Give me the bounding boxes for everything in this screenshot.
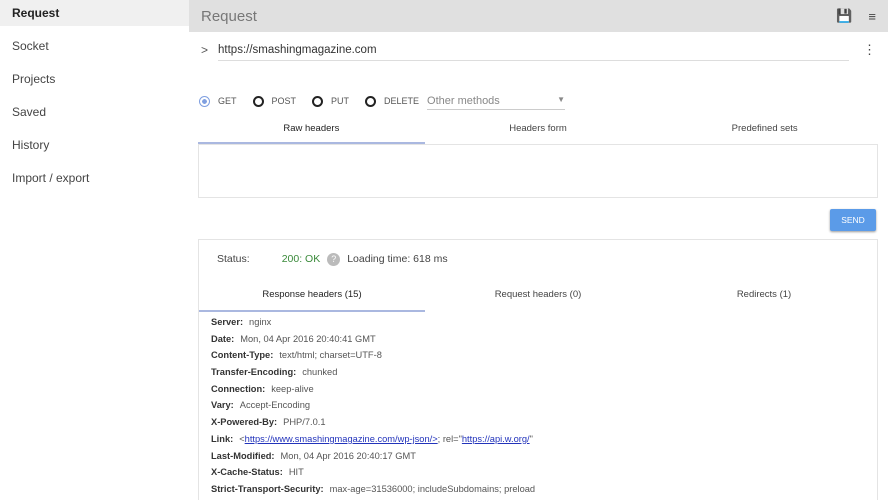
header-key: Transfer-Encoding: [211,367,297,378]
page-title: Request [201,7,257,25]
radio-checked-icon [199,95,210,107]
url-input[interactable]: https://smashingmagazine.com [218,40,849,61]
radio-icon [365,95,377,107]
header-row: Server: nginx [211,314,865,331]
sidebar-item-import-export[interactable]: Import / export [0,161,189,194]
header-row: X-Powered-By: PHP/7.0.1 [211,414,865,431]
other-methods-label: Other methods [427,94,500,107]
header-row: Transfer-Encoding: chunked [211,364,865,381]
header-key: X-Cache-Status: [211,467,283,478]
toolbar: Request 💾 ≡ [189,0,888,32]
method-delete[interactable]: DELETE [365,95,420,107]
header-key: Link: [211,433,234,444]
header-key: Content-Type: [211,350,274,361]
sidebar-item-history[interactable]: History [0,128,189,161]
header-value: Mon, 04 Apr 2016 20:40:17 GMT [280,450,416,461]
save-icon[interactable]: 💾 [836,8,852,24]
tab-raw-headers[interactable]: Raw headers [198,116,425,144]
header-value: keep-alive [271,383,314,394]
request-tabs: Raw headers Headers form Predefined sets [198,116,878,144]
header-row: Strict-Transport-Security: max-age=315360… [211,481,865,498]
method-label: DELETE [384,96,420,106]
sidebar-item-request[interactable]: Request [0,0,189,26]
header-row: X-Cache-Status: HIT [211,464,865,481]
header-key: Server: [211,317,244,327]
tab-redirects[interactable]: Redirects (1) [651,278,877,312]
header-value: max-age=31536000; includeSubdomains; pre… [329,483,536,494]
status-code: 200: OK [281,253,321,265]
tab-headers-form[interactable]: Headers form [425,116,652,144]
header-value: nginx [249,317,272,327]
header-value: ; rel=" [437,433,462,444]
response-panel: Status: 200: OK ? Loading time: 618 ms R… [198,239,878,500]
header-value: Accept-Encoding [239,400,311,411]
method-label: POST [271,96,297,106]
link-wp-json[interactable]: https://www.smashingmagazine.com/wp-json… [245,434,438,444]
response-headers-list: Server: nginx Date: Mon, 04 Apr 2016 20:40… [199,312,877,500]
header-row: Date: Mon, 04 Apr 2016 20:40:41 GMT [211,331,865,348]
header-key: Vary: [211,400,234,411]
sidebar: Request Socket Projects Saved History Im… [0,0,189,500]
loading-time: Loading time: 618 ms [347,253,448,265]
radio-icon [312,95,324,107]
header-key: Date: [211,333,235,344]
header-value: Mon, 04 Apr 2016 20:40:41 GMT [240,333,376,344]
dropdown-arrow-icon: ▼ [557,94,566,104]
sidebar-item-socket[interactable]: Socket [0,29,189,62]
raw-headers-textarea[interactable] [198,144,878,198]
other-methods-dropdown[interactable]: Other methods ▼ [427,93,566,110]
main-panel: Request 💾 ≡ > https://smashingmagazine.c… [189,0,888,500]
header-key: Strict-Transport-Security: [211,483,324,494]
status-label: Status: [217,253,250,265]
response-tabs: Response headers (15) Request headers (0… [199,278,877,312]
tab-predefined-sets[interactable]: Predefined sets [651,116,878,144]
header-row: Last-Modified: Mon, 04 Apr 2016 20:40:17 … [211,448,865,465]
header-key: Last-Modified: [211,450,275,461]
header-value: text/html; charset=UTF-8 [279,350,382,361]
link-api-w-org[interactable]: https://api.w.org/ [462,434,530,444]
header-value: PHP/7.0.1 [283,417,326,428]
send-button[interactable]: SEND [830,209,876,231]
header-value: chunked [302,367,338,378]
method-put[interactable]: PUT [312,95,350,107]
tab-response-headers[interactable]: Response headers (15) [199,278,425,312]
header-value: " [529,433,533,444]
header-value: HIT [288,467,304,478]
header-row: Vary: Accept-Encoding [211,397,865,414]
header-row: Content-Type: text/html; charset=UTF-8 [211,347,865,364]
tab-request-headers[interactable]: Request headers (0) [425,278,651,312]
help-icon[interactable]: ? [327,252,341,266]
sort-icon[interactable]: ≡ [868,9,876,24]
header-key: X-Powered-By: [211,417,278,428]
chevron-right-icon[interactable]: > [201,43,208,57]
method-post[interactable]: POST [252,95,297,107]
method-get[interactable]: GET [199,95,237,107]
method-label: PUT [331,96,350,106]
more-vert-icon[interactable]: ⋮ [863,42,876,58]
radio-icon [252,95,264,107]
method-selector: GET POST PUT DELETE Other methods ▼ [189,86,888,116]
header-key: Connection: [211,383,266,394]
sidebar-item-projects[interactable]: Projects [0,62,189,95]
method-label: GET [218,96,237,106]
header-row: Connection: keep-alive [211,381,865,398]
sidebar-item-saved[interactable]: Saved [0,95,189,128]
header-row: Link: <https://www.smashingmagazine.com/w… [211,431,865,448]
